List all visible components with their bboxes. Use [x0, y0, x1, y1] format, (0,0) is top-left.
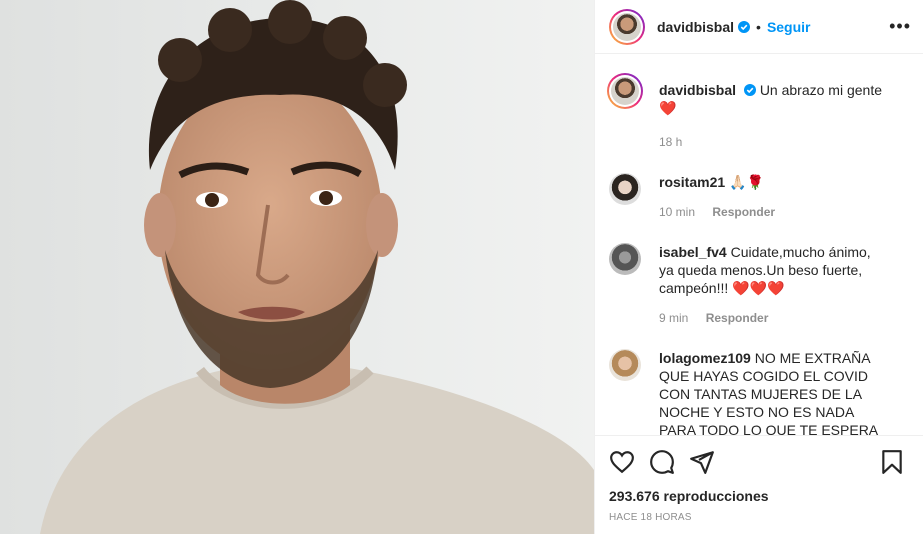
save-bookmark-icon[interactable] [879, 449, 905, 475]
caption-username[interactable]: davidbisbal [659, 82, 736, 98]
more-options-icon[interactable]: ••• [889, 16, 911, 37]
follow-button[interactable]: Seguir [767, 19, 811, 35]
comment-username[interactable]: isabel_fv4 [659, 244, 727, 260]
comment-item: lolagomez109 NO ME EXTRAÑA QUE HAYAS COG… [609, 349, 909, 435]
post-details-panel: davidbisbal • Seguir ••• davidbisbal Un … [594, 0, 923, 534]
comment-time: 10 min [659, 205, 696, 219]
post-actions: 293.676 reproducciones HACE 18 HORAS [595, 435, 923, 534]
like-heart-icon[interactable] [609, 449, 635, 475]
author-avatar[interactable] [609, 8, 645, 45]
caption-comment: davidbisbal Un abrazo mi gente ❤️ 18 h [607, 73, 909, 151]
commenter-avatar[interactable] [609, 349, 641, 381]
commenter-avatar[interactable] [609, 173, 641, 205]
share-send-icon[interactable] [689, 449, 715, 475]
post-timestamp[interactable]: HACE 18 HORAS [609, 512, 909, 523]
reply-button[interactable]: Responder [712, 205, 775, 219]
author-username[interactable]: davidbisbal [657, 19, 734, 35]
comment-username[interactable]: rositam21 [659, 174, 725, 190]
video-frame-illustration [40, 0, 594, 534]
comment-item: isabel_fv4 Cuidate,mucho ánimo, ya queda… [609, 243, 909, 327]
caption-heart-emoji: ❤️ [659, 100, 677, 116]
comment-time: 9 min [659, 311, 689, 325]
verified-badge-icon [743, 84, 756, 96]
comment-bubble-icon[interactable] [649, 449, 675, 475]
caption-author-avatar[interactable] [607, 73, 643, 109]
commenter-avatar[interactable] [609, 243, 641, 275]
reply-button[interactable]: Responder [706, 311, 769, 325]
comment-text: 🙏🏻🌹 [729, 174, 764, 190]
caption-time: 18 h [659, 135, 683, 149]
post-header: davidbisbal • Seguir ••• [595, 0, 923, 54]
caption-text: Un abrazo mi gente [759, 82, 882, 98]
separator-dot: • [756, 18, 761, 35]
comments-list[interactable]: davidbisbal Un abrazo mi gente ❤️ 18 h r… [595, 55, 923, 435]
comment-item: rositam21 🙏🏻🌹 10 min Responder [609, 173, 909, 221]
comment-username[interactable]: lolagomez109 [659, 350, 751, 366]
view-count[interactable]: 293.676 reproducciones [609, 488, 909, 504]
verified-badge-icon [738, 20, 751, 33]
post-video[interactable] [0, 0, 594, 534]
